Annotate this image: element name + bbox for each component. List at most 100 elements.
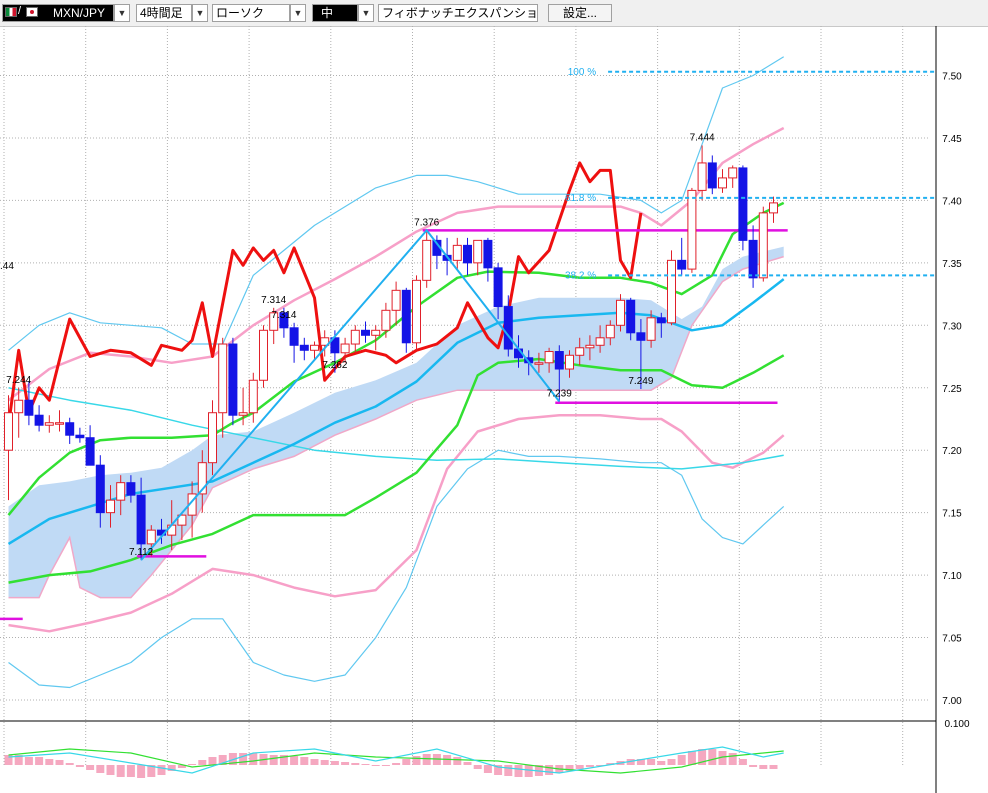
candle: [748, 225, 758, 288]
candle-body: [718, 177, 727, 189]
timeframe-dropdown-arrow-icon[interactable]: ▼: [192, 4, 208, 22]
candle-body: [146, 529, 156, 545]
histogram-bar: [463, 762, 472, 765]
histogram-bar: [422, 754, 431, 765]
partial-price-label: .44: [0, 261, 14, 272]
histogram-bar: [545, 765, 554, 775]
candle-body: [218, 343, 228, 414]
histogram-bar: [402, 759, 411, 765]
y-axis: 7.50 7.45 7.40 7.35 7.30 7.25 7.20 7.15 7.10 7.05…: [942, 72, 962, 708]
oscillator-signal-line: [8, 748, 784, 774]
histogram-bar: [392, 763, 401, 765]
chart-style-select[interactable]: ローソク: [212, 4, 290, 22]
price-label: 7.239: [547, 388, 572, 399]
candle-body: [361, 329, 370, 336]
price-chart[interactable]: 100 % 61.8 % 38.2 % 7.244 7.112 7.314 7.314 7.…: [0, 26, 988, 793]
candle-body: [381, 309, 391, 331]
candle-body: [565, 354, 574, 370]
histogram-bar: [687, 751, 696, 765]
histogram-bar: [126, 765, 135, 777]
chart-style-dropdown-arrow-icon[interactable]: ▼: [290, 4, 306, 22]
fibonacci-level-label: 61.8 %: [565, 193, 596, 204]
histogram-bar: [412, 756, 421, 765]
histogram-bar: [300, 757, 309, 765]
histogram-bar: [157, 765, 166, 775]
grid: [0, 26, 937, 793]
candle-body: [24, 399, 34, 416]
drawing-tool-field[interactable]: フィボナッチエクスパンション: [378, 4, 538, 22]
candle: [289, 322, 299, 363]
candle-body: [412, 279, 421, 344]
fibonacci-level-label: 38.2 %: [565, 270, 596, 281]
price-label: 7.314: [261, 295, 286, 306]
candle-body: [738, 167, 748, 241]
candle: [728, 165, 738, 188]
candle: [85, 425, 95, 466]
line-width-dropdown-arrow-icon[interactable]: ▼: [358, 4, 374, 22]
y-axis-tick-label: 7.35: [942, 259, 962, 270]
histogram-bar: [351, 763, 360, 765]
candle-body: [65, 422, 75, 436]
candle: [718, 169, 727, 193]
histogram-bar: [35, 757, 44, 765]
histogram-bar: [137, 765, 146, 778]
histogram-bar: [320, 760, 329, 765]
candle-body: [248, 379, 258, 414]
candle-body: [483, 239, 493, 269]
histogram-bar: [290, 756, 299, 765]
y-axis-tick-label: 7.15: [942, 509, 962, 520]
price-label: 7.444: [690, 132, 715, 143]
price-label: 7.244: [6, 375, 31, 386]
candle: [228, 337, 238, 426]
histogram-bar: [759, 765, 768, 769]
candle-body: [656, 317, 666, 324]
histogram-bar: [341, 762, 350, 765]
candle-body: [605, 324, 615, 339]
candle-body: [452, 244, 462, 261]
candle-body: [350, 329, 360, 345]
timeframe-select[interactable]: 4時間足: [136, 4, 192, 22]
histogram-bar: [249, 753, 258, 765]
flag-separator-icon: /: [18, 5, 22, 17]
candle-body: [616, 299, 625, 326]
candle-body: [575, 347, 585, 356]
line-width-select[interactable]: 中: [312, 4, 358, 22]
symbol-dropdown-arrow-icon[interactable]: ▼: [114, 4, 130, 22]
candle-body: [401, 289, 411, 344]
price-label: 7.376: [414, 217, 439, 228]
drawing-tool-label: フィボナッチエクスパンション: [382, 6, 538, 20]
oscillator-panel: 0.100: [0, 719, 970, 778]
candle-body: [769, 202, 778, 214]
toolbar: MXN/JPY / ▼ 4時間足 ▼ ローソク ▼ 中 ▼ フィボナッチエクスパ…: [0, 0, 988, 27]
y-axis-tick-label: 7.10: [942, 571, 962, 582]
candle: [75, 427, 85, 443]
mexico-flag-icon: [5, 7, 17, 17]
japan-flag-icon: [26, 7, 38, 17]
candle: [758, 206, 768, 282]
histogram-bar: [453, 757, 462, 765]
candle-body: [116, 482, 126, 501]
oscillator-axis-label: 0.100: [944, 719, 969, 730]
candle-body: [136, 494, 146, 545]
timeframe-label: 4時間足: [140, 6, 183, 20]
candle-body: [493, 267, 503, 308]
histogram-bar: [769, 765, 778, 769]
candle-body: [667, 259, 676, 324]
candle-body: [626, 299, 636, 334]
histogram-bar: [75, 765, 84, 767]
candle-body: [748, 239, 758, 279]
candle-body: [289, 327, 299, 346]
histogram-bar: [504, 765, 513, 776]
histogram-bar: [55, 760, 64, 765]
candle: [738, 165, 748, 251]
histogram-bar: [677, 755, 686, 765]
candle: [65, 417, 75, 444]
candle: [463, 237, 472, 276]
candle: [473, 239, 483, 276]
candle: [422, 230, 432, 288]
candle: [687, 187, 697, 273]
histogram-bar: [96, 765, 105, 773]
y-axis-tick-label: 7.05: [942, 634, 962, 645]
histogram-bar: [188, 764, 197, 765]
settings-button[interactable]: 設定...: [548, 4, 612, 22]
